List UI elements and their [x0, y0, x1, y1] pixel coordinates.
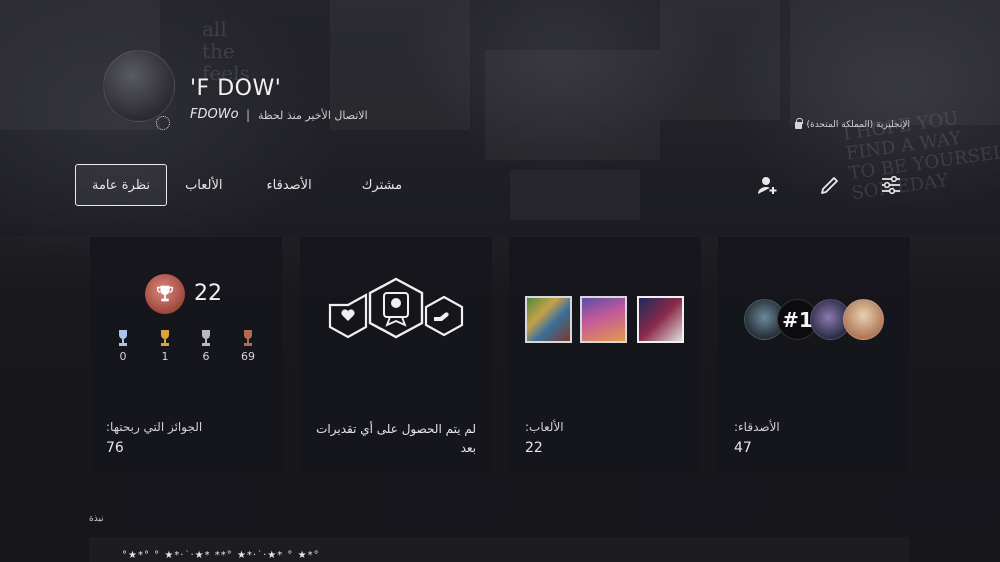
gold-count: 1: [161, 350, 169, 363]
trophies-label: الجوائز التي ربحتها:: [106, 420, 203, 434]
lock-icon: [795, 117, 804, 129]
gold-trophies: 1: [153, 329, 177, 363]
edit-profile-button[interactable]: [818, 173, 842, 197]
friends-count: 47: [734, 440, 752, 456]
friend-avatar: [843, 299, 884, 340]
loading-spinner-icon: [156, 116, 170, 130]
tab-friends[interactable]: الأصدقاء: [251, 164, 328, 206]
platinum-count: 0: [119, 350, 127, 363]
trophies-card[interactable]: 22 0 1 6 69 الجوائز التي ربحتها: 76: [90, 237, 282, 474]
friends-card[interactable]: #1 الأصدقاء: 47: [718, 237, 910, 474]
last-online-status: الاتصال الأخير منذ لحظة: [258, 109, 368, 122]
tab-games[interactable]: الألعاب: [169, 164, 238, 206]
profile-avatar[interactable]: [103, 50, 175, 122]
trophy-level-badge: [145, 274, 185, 314]
profile-tabs: نظرة عامة الألعاب الأصدقاء مشترك: [75, 164, 418, 206]
about-box: °★*° ° ★*·˙·★* **° ★*·˙·★* ° ★*°: [89, 537, 910, 562]
trophies-total: 76: [106, 440, 124, 456]
bronze-trophies: 69: [236, 329, 260, 363]
trophy-icon: [156, 285, 174, 302]
sliders-icon: [882, 175, 900, 195]
games-count: 22: [525, 440, 543, 456]
gold-trophy-icon: [161, 330, 169, 346]
badges-icon: [328, 277, 464, 339]
trophy-level: 22: [194, 281, 222, 306]
games-card[interactable]: الألعاب: 22: [509, 237, 701, 474]
game-thumbnail-gta: [525, 296, 572, 343]
silver-trophy-icon: [202, 330, 210, 346]
game-thumbnail-fifa: [637, 296, 684, 343]
bronze-count: 69: [241, 350, 255, 363]
silver-trophies: 6: [194, 329, 218, 363]
online-id: 'F DOW': [190, 76, 282, 101]
add-friend-icon: [758, 177, 777, 194]
platinum-trophies: 0: [111, 329, 135, 363]
psn-id: FDOWo: [190, 107, 239, 122]
add-friend-button[interactable]: [756, 173, 780, 197]
silver-count: 6: [202, 350, 210, 363]
badges-card[interactable]: لم يتم الحصول على أي تقديرات بعد: [300, 237, 492, 474]
no-badges-message: لم يتم الحصول على أي تقديرات بعد: [316, 422, 476, 455]
game-thumbnail-rocket-arena: [580, 296, 627, 343]
language-indicator: الإنجليزية (المملكة المتحدة): [795, 117, 910, 130]
games-label: الألعاب:: [525, 420, 564, 434]
platinum-trophy-icon: [119, 330, 127, 346]
about-label: نبذة: [89, 514, 104, 524]
about-text: °★*° ° ★*·˙·★* **° ★*·˙·★* ° ★*°: [122, 550, 320, 561]
tab-shared[interactable]: مشترك: [346, 164, 418, 206]
bronze-trophy-icon: [244, 330, 252, 346]
tab-overview[interactable]: نظرة عامة: [75, 164, 168, 206]
pencil-icon: [821, 177, 838, 194]
friend-avatar-text: #1: [782, 307, 813, 332]
language-label: الإنجليزية (المملكة المتحدة): [806, 120, 910, 130]
friends-label: الأصدقاء:: [734, 420, 780, 434]
id-separator: |: [246, 108, 251, 122]
profile-settings-button[interactable]: [879, 173, 903, 197]
